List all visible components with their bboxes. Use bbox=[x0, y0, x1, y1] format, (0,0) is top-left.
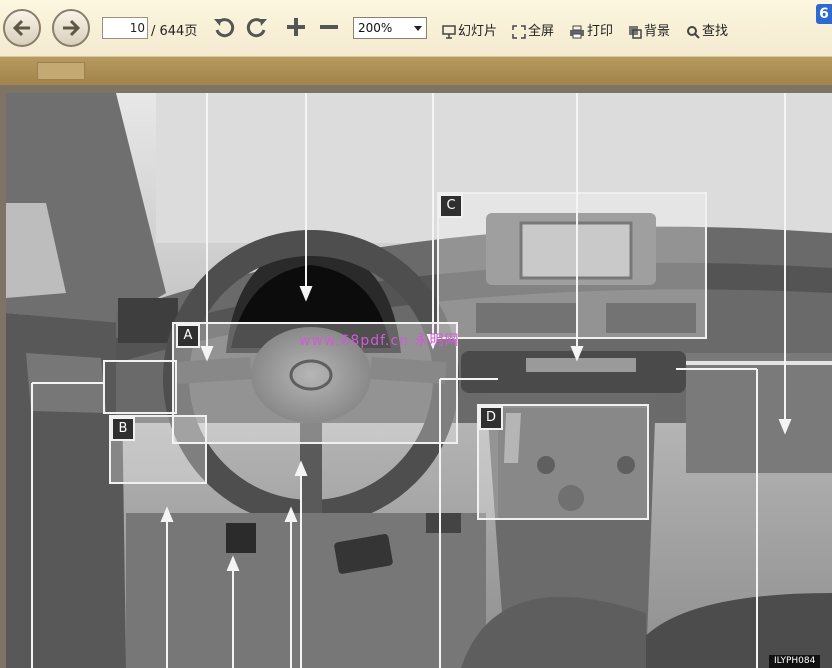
print-button[interactable]: 打印 bbox=[569, 20, 613, 39]
back-button[interactable] bbox=[3, 9, 41, 47]
page-total: / 644页 bbox=[151, 24, 198, 39]
figure-code: ILYPH084 bbox=[769, 655, 821, 668]
background-icon bbox=[629, 25, 642, 39]
zoom-in-icon[interactable] bbox=[285, 15, 307, 39]
callout-region-d bbox=[477, 404, 649, 520]
document-page: A B C D bbox=[6, 93, 832, 668]
reader-toolbar: 10 / 644页 200% 幻灯片 全屏 打印 背景 查找 6 bbox=[0, 0, 832, 57]
zoom-out-icon[interactable] bbox=[318, 15, 340, 39]
page-number-input[interactable]: 10 bbox=[102, 17, 148, 39]
slideshow-button[interactable]: 幻灯片 bbox=[442, 20, 497, 39]
car-interior-illustration bbox=[6, 93, 832, 668]
corner-logo-icon: 6 bbox=[816, 4, 832, 24]
callout-label-b: B bbox=[111, 417, 135, 441]
arrow-left-icon bbox=[12, 19, 30, 37]
zoom-select[interactable]: 200% bbox=[353, 17, 427, 39]
search-icon bbox=[687, 25, 700, 39]
rotate-left-icon[interactable] bbox=[212, 15, 236, 39]
callout-label-d: D bbox=[479, 406, 503, 430]
forward-button[interactable] bbox=[52, 9, 90, 47]
find-button[interactable]: 查找 bbox=[686, 20, 728, 39]
slideshow-icon bbox=[442, 24, 456, 39]
callout-label-c: C bbox=[439, 194, 463, 218]
watermark-text: www.68pdf.cn 永明网 bbox=[299, 333, 460, 349]
chevron-down-icon bbox=[414, 26, 422, 31]
arrow-right-icon bbox=[63, 19, 81, 37]
callout-region-c bbox=[437, 192, 707, 339]
printer-icon bbox=[570, 25, 584, 38]
zoom-value: 200% bbox=[358, 21, 393, 35]
rotate-right-icon[interactable] bbox=[245, 15, 269, 39]
background-button[interactable]: 背景 bbox=[628, 20, 670, 39]
fullscreen-icon bbox=[512, 24, 526, 39]
page-tab[interactable] bbox=[37, 62, 85, 80]
page-tab-strip bbox=[0, 57, 832, 85]
callout-label-a: A bbox=[176, 324, 200, 348]
fullscreen-button[interactable]: 全屏 bbox=[512, 20, 554, 39]
